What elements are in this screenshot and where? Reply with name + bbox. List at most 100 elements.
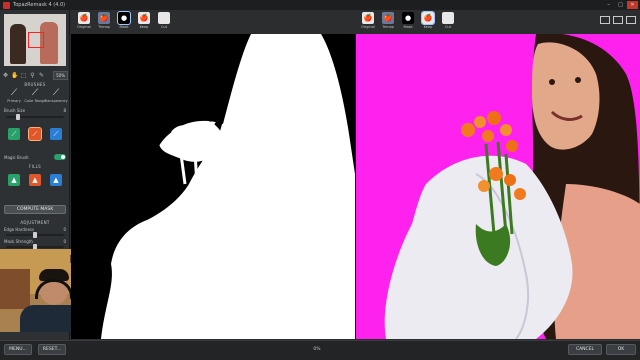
zoom-tool-icon[interactable]: ⚲ — [29, 72, 36, 79]
transparency-brush-icon: ⟋ — [52, 88, 60, 98]
mask-strength-value[interactable]: 0 — [63, 239, 66, 244]
left-view-cut-label: Cut — [160, 25, 168, 29]
mask-image — [71, 34, 355, 339]
select-tool-icon[interactable]: ⬚ — [20, 72, 27, 79]
minimize-button[interactable]: – — [603, 1, 614, 9]
brushes-heading: BRUSHES — [24, 82, 46, 87]
bottom-bar: MENU... RESET... 0% CANCEL OK — [0, 340, 640, 360]
magic-brush-toggle[interactable] — [54, 154, 66, 160]
brush-transparency-label: Transparency — [44, 99, 68, 103]
mask-strength-label: Mask Strength — [4, 239, 33, 244]
zoom-select[interactable]: 50% — [53, 70, 68, 80]
title-bar: TopazRemask 4 (4.0) – □ ✕ — [0, 0, 640, 10]
compute-mask-button[interactable]: COMPUTE MASK — [4, 205, 66, 214]
trimap-view-icon: 🍎 — [98, 12, 110, 24]
left-view-original-button[interactable]: 🍎 Original — [76, 12, 92, 29]
mask-strength-slider[interactable] — [6, 244, 64, 250]
brush-size-value[interactable]: 8 — [63, 108, 66, 113]
brush-size-label: Brush Size — [4, 108, 26, 113]
keep-view-icon: 🍎 — [138, 12, 150, 24]
left-view-toolbar: 🍎 Original 🍎 Trimap ● Mask 🍎 Keep Cut — [76, 11, 172, 34]
brush-color-range[interactable]: ⟋ Color Range — [24, 88, 46, 103]
ok-button[interactable]: OK — [606, 344, 636, 355]
mask-view-icon: ● — [117, 11, 131, 25]
edge-hardness-label: Edge Hardness — [4, 227, 35, 232]
keep-brush-icon: ⟋ — [11, 129, 17, 138]
preview-canvas[interactable] — [356, 34, 640, 339]
compute-fill-button[interactable]: ▲ — [29, 174, 41, 186]
right-view-cut-button[interactable]: Cut — [440, 12, 456, 29]
left-view-cut-button[interactable]: Cut — [156, 12, 172, 29]
magic-brush-row: Magic Brush — [4, 154, 66, 160]
right-view-cut-label: Cut — [444, 25, 452, 29]
compute-brush-button[interactable]: ⟋ — [28, 127, 42, 141]
eyedropper-tool-icon[interactable]: ✎ — [38, 72, 45, 79]
thumbnail-person-left — [10, 24, 26, 64]
edge-hardness-slider-knob[interactable] — [33, 232, 37, 238]
move-tool-icon[interactable]: ✥ — [2, 72, 9, 79]
brush-color-range-label: Color Range — [24, 99, 46, 103]
maximize-button[interactable]: □ — [615, 1, 626, 9]
split-view-icon[interactable] — [613, 16, 623, 24]
compute-fill-icon: ▲ — [32, 176, 38, 184]
cut-view-icon — [158, 12, 170, 24]
app-logo-icon — [3, 1, 10, 9]
compute-brush-icon: ⟋ — [32, 129, 38, 138]
cut-brush-icon: ⟋ — [53, 129, 59, 138]
preview-image — [356, 34, 640, 339]
close-button[interactable]: ✕ — [627, 1, 638, 9]
brush-size-slider[interactable] — [6, 114, 64, 120]
right-view-mask-label: Mask — [403, 25, 413, 29]
right-view-mask-button[interactable]: ● Mask — [400, 12, 416, 29]
reset-button[interactable]: RESET... — [38, 344, 66, 355]
edge-hardness-value[interactable]: 0 — [63, 227, 66, 232]
app-title: TopazRemask 4 (4.0) — [13, 2, 66, 8]
right-view-keep-label: Keep — [423, 25, 433, 29]
right-view-keep-button[interactable]: 🍎 Keep — [420, 11, 436, 29]
brush-mode-buttons: ⟋ ⟋ ⟋ — [8, 127, 62, 141]
cut-fill-icon: ▲ — [53, 176, 59, 184]
hand-tool-icon[interactable]: ✋ — [11, 72, 18, 79]
edge-hardness-slider[interactable] — [6, 232, 64, 238]
left-view-trimap-label: Trimap — [98, 25, 110, 29]
mask-canvas[interactable] — [71, 34, 355, 339]
left-view-mask-button[interactable]: ● Mask — [116, 11, 132, 29]
left-view-trimap-button[interactable]: 🍎 Trimap — [96, 12, 112, 29]
progress-percent: 0% — [313, 347, 321, 352]
left-view-original-label: Original — [77, 25, 91, 29]
right-view-trimap-label: Trimap — [382, 25, 394, 29]
dual-view-icon[interactable] — [626, 16, 636, 24]
brush-selector: ⟋ Primary ⟋ Color Range ⟋ Transparency — [4, 88, 68, 103]
window-controls: – □ ✕ — [603, 1, 638, 9]
cut-brush-button[interactable]: ⟋ — [50, 128, 62, 140]
topaz-remask-window: TopazRemask 4 (4.0) – □ ✕ ✥ ✋ ⬚ ⚲ ✎ 50% … — [0, 0, 640, 360]
cut-view-icon — [442, 12, 454, 24]
navigator-thumbnail[interactable] — [4, 14, 66, 66]
keep-fill-button[interactable]: ▲ — [8, 174, 20, 186]
navigator-viewport-rect[interactable] — [28, 32, 44, 48]
keep-brush-button[interactable]: ⟋ — [8, 128, 20, 140]
color-range-brush-icon: ⟋ — [31, 88, 39, 98]
menu-button[interactable]: MENU... — [4, 344, 32, 355]
cancel-button[interactable]: CANCEL — [568, 344, 602, 355]
brush-primary[interactable]: ⟋ Primary — [4, 88, 24, 103]
single-view-icon[interactable] — [600, 16, 610, 24]
left-view-keep-label: Keep — [139, 25, 149, 29]
brush-transparency[interactable]: ⟋ Transparency — [44, 88, 68, 103]
right-view-trimap-button[interactable]: 🍎 Trimap — [380, 12, 396, 29]
right-view-toolbar: 🍎 Original 🍎 Trimap ● Mask 🍎 Keep Cut — [360, 11, 456, 34]
left-view-mask-label: Mask — [119, 25, 129, 29]
left-view-keep-button[interactable]: 🍎 Keep — [136, 12, 152, 29]
cut-fill-button[interactable]: ▲ — [50, 174, 62, 186]
keep-view-icon: 🍎 — [421, 11, 435, 25]
original-view-icon: 🍎 — [78, 12, 90, 24]
brush-size-row: Brush Size 8 — [4, 108, 66, 113]
primary-brush-icon: ⟋ — [10, 88, 18, 98]
magic-brush-label: Magic Brush — [4, 154, 29, 160]
progress-indicator: 0% — [72, 347, 562, 353]
fill-buttons: ▲ ▲ ▲ — [8, 174, 62, 186]
trimap-view-icon: 🍎 — [382, 12, 394, 24]
fills-heading: FILLS — [29, 164, 41, 169]
brush-size-slider-knob[interactable] — [16, 114, 20, 120]
right-view-original-button[interactable]: 🍎 Original — [360, 12, 376, 29]
